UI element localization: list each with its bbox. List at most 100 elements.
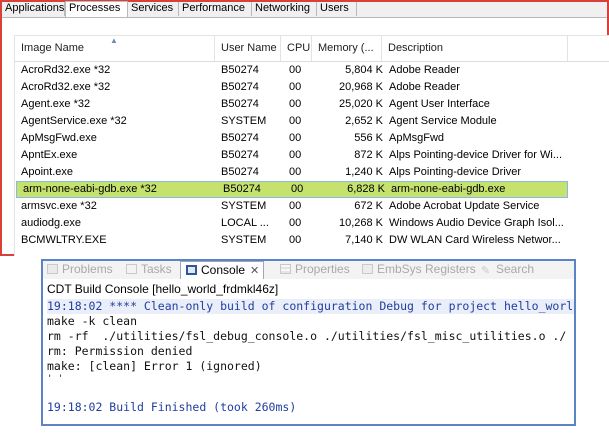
table-row[interactable]: Agent.exe *32 B50274 00 25,020 K Agent U… <box>15 96 609 113</box>
process-user: B50274 <box>221 132 259 144</box>
process-cpu: 00 <box>289 149 302 161</box>
table-row[interactable]: audiodg.exe LOCAL ... 00 10,268 K Window… <box>15 215 609 232</box>
process-description: ApMsgFwd <box>389 132 445 144</box>
console-line: 19:18:02 **** Clean-only build of config… <box>47 299 574 313</box>
console-line: make: [clean] Error 1 (ignored) <box>47 359 262 373</box>
tab-console[interactable]: Console ✕ <box>180 261 265 279</box>
tab-tasks[interactable]: Tasks <box>126 261 172 279</box>
process-name: audiodg.exe <box>21 217 81 229</box>
process-user: B50274 <box>221 166 259 178</box>
column-header-image-name[interactable]: Image Name ▲ <box>15 36 215 61</box>
tab-properties[interactable]: Properties <box>280 261 350 279</box>
process-memory: 1,240 K <box>345 166 383 178</box>
table-row[interactable]: ApMsgFwd.exe B50274 00 556 K ApMsgFwd <box>15 130 609 147</box>
tab-label: Problems <box>62 262 113 276</box>
process-description: Agent User Interface <box>389 98 490 110</box>
console-line: rm -rf ./utilities/fsl_debug_console.o .… <box>47 329 567 343</box>
process-user: B50274 <box>221 149 259 161</box>
tab-search[interactable]: ✎ Search <box>481 261 534 279</box>
tab-label: Console <box>201 263 246 277</box>
process-description: arm-none-eabi-gdb.exe <box>391 183 506 195</box>
process-user: LOCAL ... <box>221 217 269 229</box>
tab-label: Properties <box>295 262 350 276</box>
table-row[interactable]: AgentService.exe *32 SYSTEM 00 2,652 K A… <box>15 113 609 130</box>
problems-icon <box>47 264 58 274</box>
tab-label: Tasks <box>141 262 172 276</box>
process-description: Alps Pointing-device Driver <box>389 166 522 178</box>
table-row[interactable]: AcroRd32.exe *32 B50274 00 5,804 K Adobe… <box>15 62 609 79</box>
process-cpu: 00 <box>289 64 302 76</box>
process-cpu: 00 <box>289 132 302 144</box>
tasks-icon <box>126 264 137 274</box>
process-description: Adobe Acrobat Update Service <box>389 200 540 212</box>
table-row[interactable]: ApntEx.exe B50274 00 872 K Alps Pointing… <box>15 147 609 164</box>
column-header-memory[interactable]: Memory (... <box>312 36 382 61</box>
search-icon: ✎ <box>481 265 491 277</box>
process-name: ApntEx.exe <box>21 149 78 161</box>
process-memory: 872 K <box>354 149 383 161</box>
console-output[interactable]: 19:18:02 **** Clean-only build of config… <box>47 299 574 423</box>
console-panel: Problems Tasks Console ✕ Properties EmbSy… <box>41 259 576 426</box>
table-row-selected[interactable]: arm-none-eabi-gdb.exe *32 B50274 00 6,82… <box>16 181 568 198</box>
process-table: Image Name ▲ User Name CPU Memory (... D… <box>14 35 609 256</box>
tab-problems[interactable]: Problems <box>47 261 113 279</box>
process-description: Windows Audio Device Graph Isol... <box>389 217 564 229</box>
process-name: AgentService.exe *32 <box>21 115 127 127</box>
process-memory: 672 K <box>354 200 383 212</box>
process-name: Agent.exe *32 <box>21 98 91 110</box>
tab-networking[interactable]: Networking <box>252 2 317 16</box>
table-row[interactable]: BCMWLTRY.EXE SYSTEM 00 7,140 K DW WLAN C… <box>15 232 609 249</box>
process-name: AcroRd32.exe *32 <box>21 64 111 76</box>
tab-services[interactable]: Services <box>128 2 179 16</box>
table-row[interactable]: Apoint.exe B50274 00 1,240 K Alps Pointi… <box>15 164 609 181</box>
table-row[interactable]: armsvc.exe *32 SYSTEM 00 672 K Adobe Acr… <box>15 198 609 215</box>
process-cpu: 00 <box>289 200 302 212</box>
registers-icon <box>362 264 373 274</box>
column-header-description[interactable]: Description <box>382 36 568 61</box>
console-line: 19:18:02 Build Finished (took 260ms) <box>47 400 297 414</box>
process-cpu: 00 <box>289 217 302 229</box>
console-line: ' ' <box>47 374 64 384</box>
process-name: arm-none-eabi-gdb.exe *32 <box>23 183 157 195</box>
process-memory: 20,968 K <box>338 81 383 93</box>
process-user: B50274 <box>223 183 261 195</box>
process-memory: 7,140 K <box>345 234 383 246</box>
process-cpu: 00 <box>291 183 304 195</box>
tab-embsys-registers[interactable]: EmbSys Registers <box>362 261 476 279</box>
process-description: Agent Service Module <box>389 115 497 127</box>
tab-users[interactable]: Users <box>317 2 357 16</box>
column-header-user-name[interactable]: User Name <box>215 36 281 61</box>
process-user: SYSTEM <box>221 115 267 127</box>
tab-applications[interactable]: Applications <box>2 2 65 16</box>
tab-processes[interactable]: Processes <box>65 1 128 17</box>
console-view-tabbar: Problems Tasks Console ✕ Properties EmbSy… <box>43 261 574 279</box>
sort-ascending-icon: ▲ <box>110 36 118 45</box>
process-name: ApMsgFwd.exe <box>21 132 97 144</box>
process-memory: 2,652 K <box>345 115 383 127</box>
process-memory: 5,804 K <box>345 64 383 76</box>
process-description: Alps Pointing-device Driver for Wi... <box>389 149 562 161</box>
column-header-cpu[interactable]: CPU <box>281 36 312 61</box>
process-user: B50274 <box>221 81 259 93</box>
console-line: rm: Permission denied <box>47 344 193 358</box>
process-description: Adobe Reader <box>389 81 460 93</box>
process-user: SYSTEM <box>221 234 267 246</box>
process-table-header: Image Name ▲ User Name CPU Memory (... D… <box>15 36 609 62</box>
process-user: SYSTEM <box>221 200 267 212</box>
table-row[interactable]: AcroRd32.exe *32 B50274 00 20,968 K Adob… <box>15 79 609 96</box>
process-memory: 10,268 K <box>338 217 383 229</box>
console-icon <box>186 265 197 275</box>
tab-performance[interactable]: Performance <box>179 2 252 16</box>
process-description: DW WLAN Card Wireless Networ... <box>389 234 561 246</box>
close-icon[interactable]: ✕ <box>250 265 259 277</box>
process-cpu: 00 <box>289 98 302 110</box>
process-rows: AcroRd32.exe *32 B50274 00 5,804 K Adobe… <box>15 62 609 249</box>
process-memory: 556 K <box>354 132 383 144</box>
process-name: AcroRd32.exe *32 <box>21 81 111 93</box>
column-header-label: Image Name <box>21 42 84 54</box>
process-name: armsvc.exe *32 <box>21 200 97 212</box>
tab-label: EmbSys Registers <box>377 262 476 276</box>
task-manager-panel: Applications Processes Services Performa… <box>0 0 609 256</box>
tab-label: Search <box>496 262 535 276</box>
console-line: make -k clean <box>47 314 138 328</box>
